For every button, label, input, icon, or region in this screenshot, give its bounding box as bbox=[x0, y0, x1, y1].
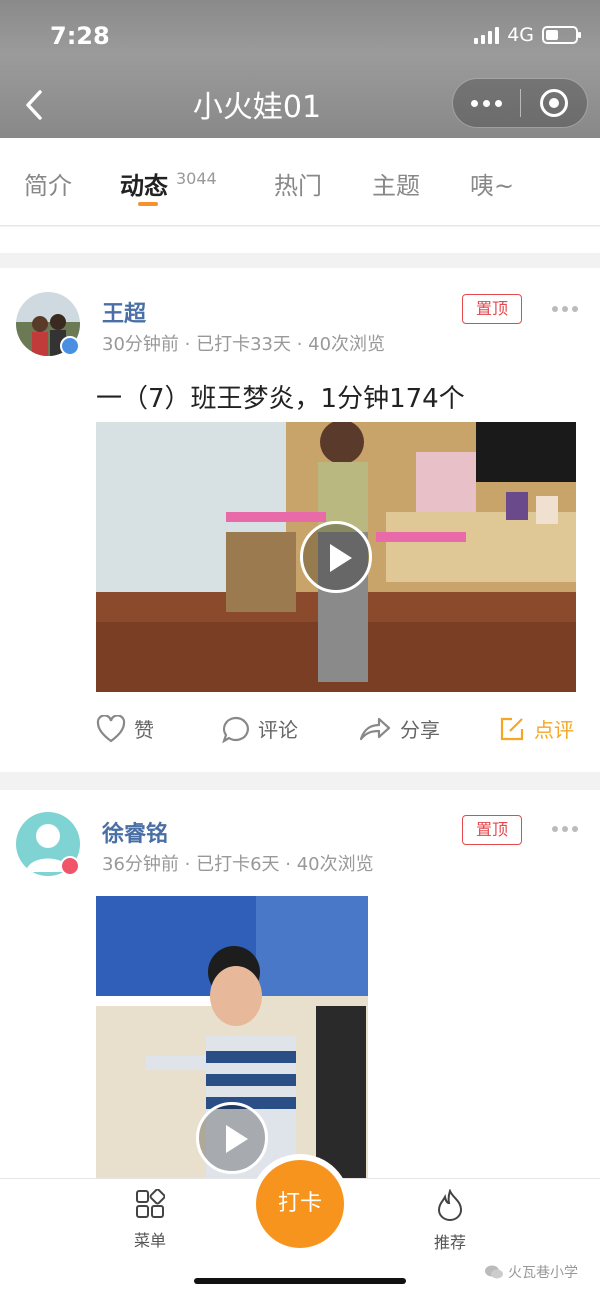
share-icon bbox=[359, 717, 391, 740]
post-meta: 36分钟前 · 已打卡6天 · 40次浏览 bbox=[102, 854, 374, 875]
nav-menu[interactable]: 菜单 bbox=[110, 1188, 190, 1251]
checkin-days: 已打卡33天 bbox=[196, 334, 291, 355]
checkin-button[interactable]: 打卡 bbox=[256, 1160, 344, 1248]
tab-bar: 简介 动态 3044 热门 主题 咦~ bbox=[0, 138, 600, 226]
nav-menu-label: 菜单 bbox=[133, 1231, 166, 1250]
share-label: 分享 bbox=[400, 718, 440, 742]
post-time: 30分钟前 bbox=[102, 334, 179, 355]
tab-label: 主题 bbox=[372, 172, 420, 200]
status-indicators: 4G bbox=[474, 24, 581, 46]
username[interactable]: 王超 bbox=[102, 296, 146, 328]
post-menu-icon[interactable] bbox=[552, 306, 578, 312]
video-thumbnail[interactable] bbox=[96, 422, 576, 692]
post-meta: 30分钟前 · 已打卡33天 · 40次浏览 bbox=[102, 334, 386, 355]
checkin-days: 已打卡6天 bbox=[196, 854, 280, 875]
nav-recommend[interactable]: 推荐 bbox=[410, 1188, 490, 1253]
tab-label: 简介 bbox=[24, 172, 72, 200]
post-actions: 赞 评论 分享 点评 bbox=[0, 714, 600, 754]
share-button[interactable]: 分享 bbox=[358, 714, 440, 743]
tab-topics[interactable]: 主题 bbox=[372, 166, 420, 201]
view-count: 40次浏览 bbox=[296, 854, 374, 875]
watermark-text: 火瓦巷小学 bbox=[508, 1265, 578, 1281]
status-time: 7:28 bbox=[50, 22, 110, 50]
review-label: 点评 bbox=[534, 718, 574, 742]
spacer bbox=[0, 227, 600, 253]
feed-count: 3044 bbox=[176, 169, 217, 188]
more-options-icon[interactable] bbox=[453, 79, 520, 127]
gender-female-icon bbox=[60, 856, 80, 876]
post-card: 王超 30分钟前 · 已打卡33天 · 40次浏览 置顶 一（7）班王梦炎，1分… bbox=[0, 268, 600, 772]
comment-button[interactable]: 评论 bbox=[220, 714, 298, 743]
watermark: 火瓦巷小学 bbox=[484, 1262, 578, 1282]
comment-label: 评论 bbox=[258, 718, 298, 742]
close-program-icon[interactable] bbox=[521, 79, 588, 127]
heart-icon bbox=[96, 714, 126, 742]
edit-icon bbox=[500, 717, 524, 740]
view-count: 40次浏览 bbox=[308, 334, 386, 355]
nav-recommend-label: 推荐 bbox=[433, 1233, 466, 1252]
wechat-icon bbox=[485, 1265, 503, 1279]
username[interactable]: 徐睿铭 bbox=[102, 816, 168, 848]
tab-label: 咦~ bbox=[470, 172, 515, 200]
network-type: 4G bbox=[507, 24, 534, 46]
post-card: 徐睿铭 36分钟前 · 已打卡6天 · 40次浏览 置顶 bbox=[0, 790, 600, 1180]
signal-icon bbox=[474, 26, 500, 44]
page-title: 小火娃01 bbox=[192, 90, 322, 125]
like-label: 赞 bbox=[134, 718, 154, 742]
grid-menu-icon bbox=[136, 1188, 166, 1218]
tab-misc[interactable]: 咦~ bbox=[470, 166, 514, 201]
video-thumbnail[interactable] bbox=[96, 896, 368, 1180]
comment-icon bbox=[222, 716, 249, 743]
tab-label: 热门 bbox=[274, 172, 322, 200]
post-text: 一（7）班王梦炎，1分钟174个 bbox=[96, 384, 465, 414]
tab-feed[interactable]: 动态 3044 bbox=[120, 166, 217, 201]
like-button[interactable]: 赞 bbox=[96, 714, 154, 743]
post-time: 36分钟前 bbox=[102, 854, 179, 875]
pinned-badge: 置顶 bbox=[462, 815, 522, 845]
tab-intro[interactable]: 简介 bbox=[24, 166, 72, 201]
mini-program-capsule bbox=[452, 78, 588, 128]
post-menu-icon[interactable] bbox=[552, 826, 578, 832]
tab-label: 动态 bbox=[120, 172, 168, 200]
review-button[interactable]: 点评 bbox=[498, 714, 574, 743]
home-indicator[interactable] bbox=[194, 1278, 406, 1284]
pinned-badge: 置顶 bbox=[462, 294, 522, 324]
tab-hot[interactable]: 热门 bbox=[274, 166, 322, 201]
active-tab-indicator bbox=[138, 202, 158, 206]
play-icon[interactable] bbox=[196, 1102, 268, 1174]
play-icon[interactable] bbox=[300, 521, 372, 593]
gender-male-icon bbox=[60, 336, 80, 356]
top-header: 7:28 4G 小火娃01 bbox=[0, 0, 600, 138]
battery-icon bbox=[542, 26, 581, 44]
flame-icon bbox=[437, 1188, 463, 1221]
